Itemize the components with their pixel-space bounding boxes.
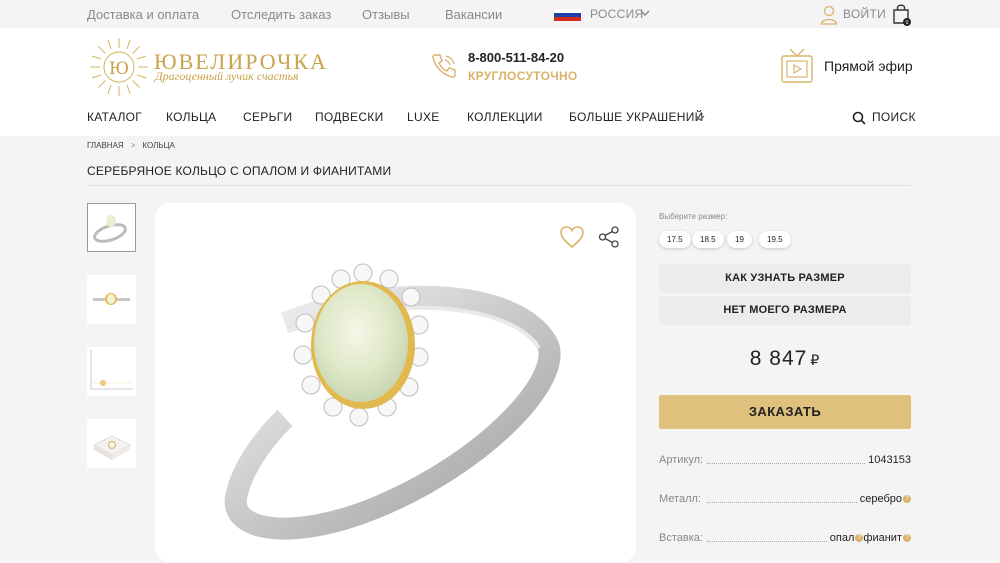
thumbnail-ring-angle[interactable] — [87, 203, 136, 252]
chevron-down-icon[interactable] — [640, 8, 650, 18]
price-value: 8 847 — [749, 347, 808, 370]
spec-insert: Вставка: опал? фианит? — [659, 532, 911, 546]
thumbnail-ring-top[interactable] — [87, 275, 136, 324]
size-prompt: Выберите размер: — [659, 212, 728, 221]
product-price: 8 847 ₽ — [659, 347, 911, 371]
size-chip-19-5[interactable]: 19.5 — [759, 231, 791, 248]
top-bar: Доставка и оплата Отследить заказ Отзывы… — [0, 0, 1000, 28]
spec-article: Артикул: 1043153 — [659, 454, 911, 468]
spec-value-2[interactable]: фианит — [863, 532, 902, 544]
logo-slogan: Драгоценный лучик счастья — [155, 69, 299, 83]
no-my-size-button[interactable]: НЕТ МОЕГО РАЗМЕРА — [659, 296, 911, 325]
order-button[interactable]: ЗАКАЗАТЬ — [659, 395, 911, 429]
spec-label: Металл: — [659, 493, 703, 505]
delivery-link[interactable]: Доставка и оплата — [87, 7, 199, 22]
nav-luxe[interactable]: LUXE — [407, 110, 440, 124]
live-stream-link[interactable]: Прямой эфир — [824, 58, 913, 74]
size-chip-18-5[interactable]: 18.5 — [692, 231, 724, 248]
user-icon[interactable] — [820, 5, 838, 25]
breadcrumb: ГЛАВНАЯ > КОЛЬЦА — [87, 141, 175, 150]
shopping-bag-icon[interactable]: 0 — [892, 3, 912, 27]
vacancies-link[interactable]: Вакансии — [445, 7, 502, 22]
svg-text:Ю: Ю — [109, 58, 129, 79]
russia-flag-icon[interactable] — [554, 9, 581, 21]
spec-label: Артикул: — [659, 454, 706, 466]
spec-metal: Металл: серебро? — [659, 493, 911, 507]
phone-hours: КРУГЛОСУТОЧНО — [468, 69, 578, 83]
share-icon[interactable] — [598, 226, 620, 248]
phone-number[interactable]: 8-800-511-84-20 — [468, 50, 564, 65]
login-link[interactable]: ВОЙТИ — [843, 7, 886, 21]
nav-collections[interactable]: КОЛЛЕКЦИИ — [467, 110, 543, 124]
breadcrumb-home[interactable]: ГЛАВНАЯ — [87, 141, 124, 150]
thumbnail-gift-box[interactable] — [87, 419, 136, 468]
nav-more-jewelry[interactable]: БОЛЬШЕ УКРАШЕНИЙ — [569, 110, 704, 124]
size-chip-19[interactable]: 19 — [727, 231, 752, 248]
nav-earrings[interactable]: СЕРЬГИ — [243, 110, 292, 124]
heart-icon[interactable] — [559, 225, 585, 249]
track-order-link[interactable]: Отследить заказ — [231, 7, 331, 22]
page-title: СЕРЕБРЯНОЕ КОЛЬЦО С ОПАЛОМ И ФИАНИТАМИ — [87, 164, 392, 178]
phone-icon[interactable] — [430, 52, 458, 80]
help-icon[interactable]: ? — [903, 495, 911, 504]
spec-label: Вставка: — [659, 532, 705, 544]
breadcrumb-rings[interactable]: КОЛЬЦА — [142, 141, 174, 150]
thumbnail-ring-scale[interactable] — [87, 347, 136, 396]
product-ring-image — [224, 263, 561, 540]
spec-value[interactable]: серебро — [860, 493, 902, 505]
nav-rings[interactable]: КОЛЬЦА — [166, 110, 217, 124]
price-currency: ₽ — [810, 352, 821, 368]
divider — [87, 185, 911, 186]
country-selector[interactable]: РОССИЯ — [590, 7, 644, 21]
nav-catalog[interactable]: КАТАЛОГ — [87, 110, 142, 124]
help-icon[interactable]: ? — [903, 534, 911, 543]
cart-count: 0 — [906, 20, 909, 26]
product-image-card[interactable] — [155, 203, 636, 563]
search-icon[interactable] — [852, 111, 866, 125]
chevron-down-icon[interactable] — [695, 113, 705, 123]
tv-icon[interactable] — [780, 47, 814, 85]
how-to-size-button[interactable]: КАК УЗНАТЬ РАЗМЕР — [659, 264, 911, 293]
nav-pendants[interactable]: ПОДВЕСКИ — [315, 110, 384, 124]
reviews-link[interactable]: Отзывы — [362, 7, 410, 22]
spec-value: 1043153 — [866, 454, 911, 466]
spec-value[interactable]: опал — [830, 532, 855, 544]
size-chip-17-5[interactable]: 17.5 — [659, 231, 691, 248]
sun-logo-icon[interactable]: Ю — [88, 36, 150, 98]
search-link[interactable]: ПОИСК — [872, 110, 916, 124]
